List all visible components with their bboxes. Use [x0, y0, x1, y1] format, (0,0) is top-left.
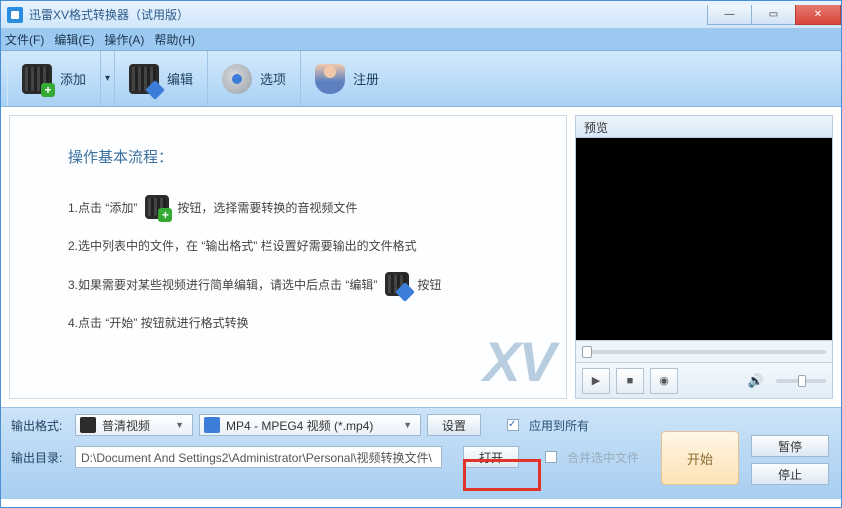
apply-all-label: 应用到所有 — [529, 417, 589, 434]
edit-file-icon — [129, 64, 159, 94]
maximize-button[interactable]: ▭ — [751, 5, 795, 25]
register-button[interactable]: 注册 — [301, 51, 393, 106]
format-combo[interactable]: MP4 - MPEG4 视频 (*.mp4) ▼ — [199, 414, 421, 436]
preview-panel: 预览 ▶ ■ ◉ 🔊 — [575, 115, 833, 399]
toolbar: 添加 ▾ 编辑 选项 注册 — [1, 51, 841, 107]
instructions-panel: 操作基本流程： 1.点击 “添加” 按钮，选择需要转换的音视频文件 2.选中列表… — [9, 115, 567, 399]
step-3: 3.如果需要对某些视频进行简单编辑，请选中后点击 “编辑” 按钮 — [68, 272, 538, 296]
register-label: 注册 — [353, 69, 379, 88]
edit-button[interactable]: 编辑 — [115, 51, 208, 106]
merge-label: 合并选中文件 — [567, 449, 639, 466]
seek-track[interactable] — [582, 350, 826, 354]
bottom-panel: 输出格式: 普清视频 ▼ MP4 - MPEG4 视频 (*.mp4) ▼ 设置… — [1, 407, 841, 499]
add-file-icon — [22, 64, 52, 94]
gear-icon — [222, 64, 252, 94]
edit-label: 编辑 — [167, 69, 193, 88]
options-button[interactable]: 选项 — [208, 51, 301, 106]
start-button[interactable]: 开始 — [661, 431, 739, 485]
body-area: 操作基本流程： 1.点击 “添加” 按钮，选择需要转换的音视频文件 2.选中列表… — [1, 107, 841, 407]
window-title: 迅雷XV格式转换器（试用版） — [29, 6, 189, 23]
app-icon — [7, 7, 23, 23]
film-icon — [80, 417, 96, 433]
step-4: 4.点击 “开始” 按钮就进行格式转换 — [68, 314, 538, 331]
merge-checkbox[interactable] — [545, 451, 557, 463]
pause-button[interactable]: 暂停 — [751, 435, 829, 457]
step-2: 2.选中列表中的文件，在 “输出格式” 栏设置好需要输出的文件格式 — [68, 237, 538, 254]
output-format-label: 输出格式: — [11, 417, 69, 434]
add-button[interactable]: 添加 — [7, 51, 101, 106]
title-bar: 迅雷XV格式转换器（试用版） — ▭ ✕ — [1, 1, 841, 29]
output-dir-field[interactable]: D:\Document And Settings2\Administrator\… — [75, 446, 442, 468]
chevron-down-icon: ▼ — [399, 420, 416, 430]
user-icon — [315, 64, 345, 94]
xv-logo: XV — [483, 329, 554, 394]
close-button[interactable]: ✕ — [795, 5, 841, 25]
volume-icon[interactable]: 🔊 — [748, 373, 764, 389]
mp4-icon — [204, 417, 220, 433]
menu-bar: 文件(F) 编辑(E) 操作(A) 帮助(H) — [1, 29, 841, 51]
menu-action[interactable]: 操作(A) — [104, 31, 144, 48]
seek-thumb[interactable] — [582, 346, 592, 358]
settings-button[interactable]: 设置 — [427, 414, 481, 436]
app-window: 迅雷XV格式转换器（试用版） — ▭ ✕ 文件(F) 编辑(E) 操作(A) 帮… — [0, 0, 842, 508]
window-controls: — ▭ ✕ — [707, 5, 841, 25]
quality-combo[interactable]: 普清视频 ▼ — [75, 414, 193, 436]
play-button[interactable]: ▶ — [582, 368, 610, 394]
preview-video — [575, 137, 833, 341]
stop-convert-button[interactable]: 停止 — [751, 463, 829, 485]
menu-help[interactable]: 帮助(H) — [154, 31, 195, 48]
add-file-icon — [145, 195, 169, 219]
add-label: 添加 — [60, 69, 86, 88]
seek-bar[interactable] — [575, 341, 833, 363]
menu-file[interactable]: 文件(F) — [5, 31, 44, 48]
snapshot-button[interactable]: ◉ — [650, 368, 678, 394]
volume-slider[interactable] — [776, 379, 826, 383]
volume-thumb[interactable] — [798, 375, 806, 387]
instructions-heading: 操作基本流程： — [68, 146, 538, 167]
apply-all-checkbox[interactable] — [507, 419, 519, 431]
step-1: 1.点击 “添加” 按钮，选择需要转换的音视频文件 — [68, 195, 538, 219]
minimize-button[interactable]: — — [707, 5, 751, 25]
add-dropdown[interactable]: ▾ — [101, 51, 115, 106]
right-buttons: 暂停 停止 — [751, 435, 829, 485]
open-button[interactable]: 打开 — [463, 446, 519, 468]
menu-edit[interactable]: 编辑(E) — [54, 31, 94, 48]
edit-file-icon — [385, 272, 409, 296]
preview-controls: ▶ ■ ◉ 🔊 — [575, 363, 833, 399]
chevron-down-icon: ▼ — [171, 420, 188, 430]
output-dir-label: 输出目录: — [11, 449, 69, 466]
preview-title: 预览 — [575, 115, 833, 137]
stop-button[interactable]: ■ — [616, 368, 644, 394]
options-label: 选项 — [260, 69, 286, 88]
